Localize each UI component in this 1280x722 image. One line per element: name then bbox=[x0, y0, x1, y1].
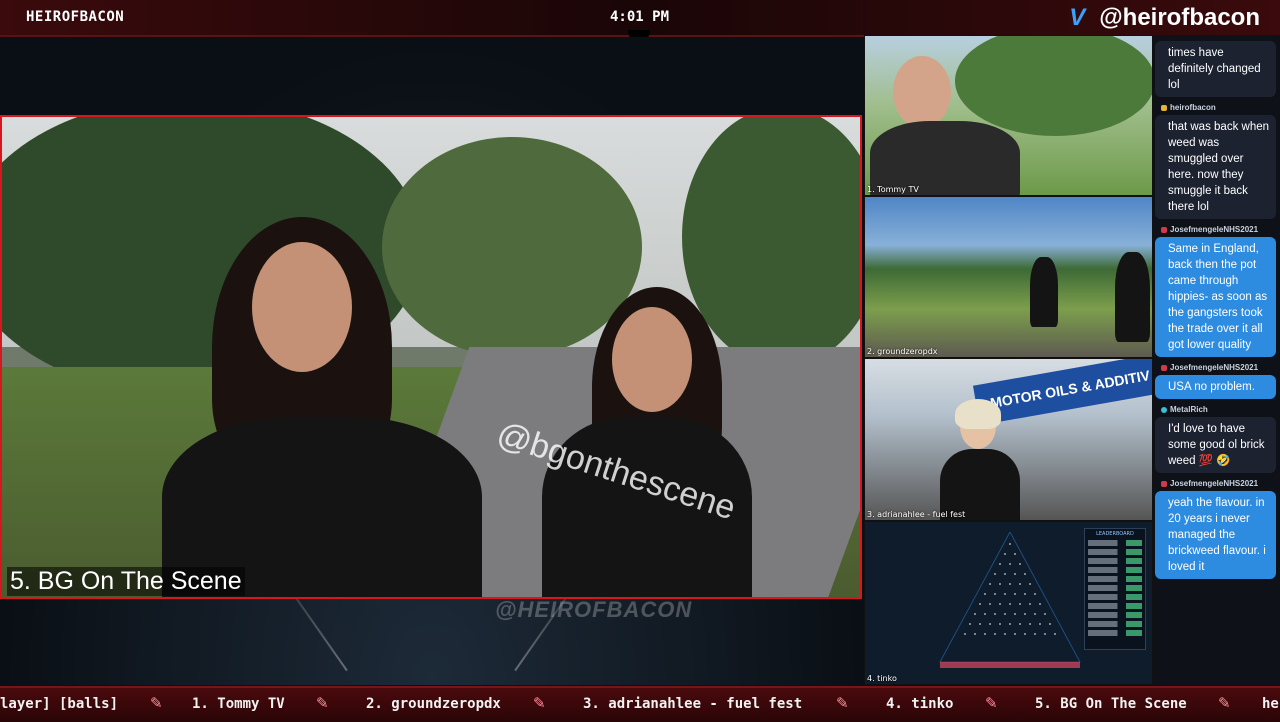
candy-cane-icon: ✎ bbox=[533, 694, 546, 712]
handle-text: @heirofbacon bbox=[1099, 4, 1260, 31]
ticker-item: he bbox=[1262, 696, 1279, 712]
featured-video[interactable]: @bgonthescene 5. BG On The Scene bbox=[0, 115, 862, 599]
leaderboard-row bbox=[1088, 603, 1142, 609]
ticker-item: 3. adrianahlee - fuel fest bbox=[583, 696, 803, 712]
chat-message: yeah the flavour. in 20 years i never ma… bbox=[1155, 491, 1276, 579]
cam-tile-3[interactable]: MOTOR OILS & ADDITIV 3. adrianahlee - fu… bbox=[864, 358, 1153, 521]
person-body bbox=[1115, 252, 1150, 342]
clock: 4:01 PM bbox=[610, 9, 670, 25]
leaderboard-row bbox=[1088, 630, 1142, 636]
chat-message: times have definitely changed lol bbox=[1155, 41, 1276, 97]
cam-tile-4[interactable]: LEADERBOARD 4. tinko bbox=[864, 521, 1153, 685]
chat-message: that was back when weed was smuggled ove… bbox=[1155, 115, 1276, 219]
cam-tile-1[interactable]: 1. Tommy TV bbox=[864, 35, 1153, 196]
leaderboard-row bbox=[1088, 567, 1142, 573]
v-logo-icon: V bbox=[1069, 4, 1086, 31]
cam-label: 3. adrianahlee - fuel fest bbox=[867, 510, 966, 519]
candy-cane-icon: ✎ bbox=[985, 694, 998, 712]
ticker-item: layer] [balls] bbox=[0, 696, 119, 712]
channel-handle: V @heirofbacon bbox=[1069, 4, 1260, 32]
cam-label: 1. Tommy TV bbox=[867, 185, 919, 194]
user-badge-icon bbox=[1161, 364, 1167, 371]
gem-badge-icon bbox=[1161, 406, 1167, 413]
cam-tile-2[interactable]: 2. groundzeropdx bbox=[864, 196, 1153, 358]
person-head bbox=[252, 242, 352, 372]
stage-watermark: @HEIROFBACON bbox=[495, 597, 693, 622]
ticker-item: 5. BG On The Scene bbox=[1035, 696, 1187, 712]
user-badge-icon bbox=[1161, 226, 1167, 233]
cam-label: 4. tinko bbox=[867, 674, 897, 683]
candy-cane-icon: ✎ bbox=[1218, 694, 1231, 712]
user-badge-icon bbox=[1161, 480, 1167, 487]
chat-username-text: JosefmengeleNHS2021 bbox=[1170, 363, 1259, 372]
person-hair bbox=[955, 399, 1001, 429]
leaderboard-row bbox=[1088, 558, 1142, 564]
leaderboard-row bbox=[1088, 576, 1142, 582]
chat-username: MetalRich bbox=[1161, 405, 1276, 414]
chat-username: JosefmengeleNHS2021 bbox=[1161, 225, 1276, 234]
chat-username: JosefmengeleNHS2021 bbox=[1161, 363, 1276, 372]
chat-username-text: JosefmengeleNHS2021 bbox=[1170, 225, 1259, 234]
chat-panel[interactable]: times have definitely changed lol heirof… bbox=[1153, 35, 1280, 685]
leaderboard-row bbox=[1088, 612, 1142, 618]
crown-badge-icon bbox=[1161, 104, 1167, 111]
chat-message: I'd love to have some good ol brick weed… bbox=[1155, 417, 1276, 473]
chat-message: USA no problem. bbox=[1155, 375, 1276, 399]
candy-cane-icon: ✎ bbox=[836, 694, 849, 712]
video-caption: 5. BG On The Scene bbox=[7, 567, 245, 596]
leaderboard-row bbox=[1088, 585, 1142, 591]
chat-username-text: MetalRich bbox=[1170, 405, 1208, 414]
plinko-board bbox=[939, 532, 1081, 668]
person-head bbox=[612, 307, 692, 412]
leaderboard-row bbox=[1088, 594, 1142, 600]
chat-username: heirofbacon bbox=[1161, 103, 1276, 112]
leaderboard-row bbox=[1088, 540, 1142, 546]
chat-username-text: heirofbacon bbox=[1170, 103, 1216, 112]
candy-cane-icon: ✎ bbox=[316, 694, 329, 712]
main-stage: @bgonthescene 5. BG On The Scene @HEIROF… bbox=[0, 37, 864, 685]
chat-username-text: JosefmengeleNHS2021 bbox=[1170, 479, 1259, 488]
leaderboard-title: LEADERBOARD bbox=[1096, 531, 1134, 537]
candy-cane-icon: ✎ bbox=[150, 694, 163, 712]
cam-trees bbox=[955, 36, 1152, 136]
video-trees bbox=[382, 137, 642, 357]
cam-label: 2. groundzeropdx bbox=[867, 347, 938, 356]
chat-message: Same in England, back then the pot came … bbox=[1155, 237, 1276, 357]
leaderboard-row bbox=[1088, 621, 1142, 627]
bottom-ticker: layer] [balls] ✎ 1. Tommy TV ✎ 2. ground… bbox=[0, 686, 1280, 722]
leaderboard-panel: LEADERBOARD bbox=[1084, 528, 1146, 650]
ticker-item: 1. Tommy TV bbox=[192, 696, 285, 712]
chat-username: JosefmengeleNHS2021 bbox=[1161, 479, 1276, 488]
ticker-item: 2. groundzeropdx bbox=[366, 696, 501, 712]
ticker-item: 4. tinko bbox=[886, 696, 954, 712]
person-body bbox=[1030, 257, 1058, 327]
brand-name: HEIROFBACON bbox=[26, 9, 125, 25]
person-head bbox=[893, 56, 951, 128]
leaderboard-row bbox=[1088, 549, 1142, 555]
